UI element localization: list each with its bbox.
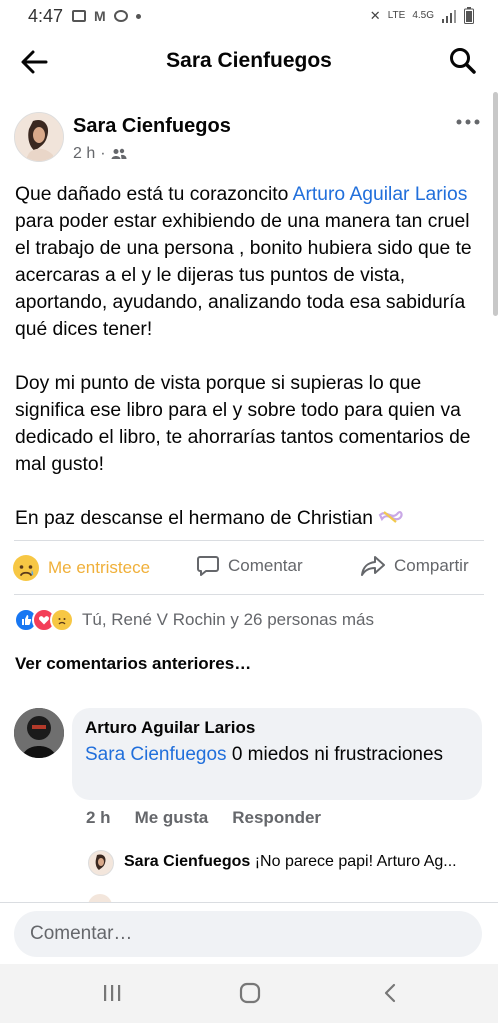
post-paragraph: En paz descanse el hermano de Christian [15, 505, 485, 532]
reactions-text: Tú, René V Rochin y 26 personas más [82, 610, 374, 629]
commenter-avatar[interactable] [14, 708, 64, 758]
share-label: Compartir [394, 556, 469, 575]
post-header: Sara Cienfuegos 2 h · [14, 112, 484, 172]
home-icon [239, 982, 261, 1004]
comment-text: Sara Cienfuegos 0 miedos ni frustracione… [85, 744, 444, 765]
share-arrow-icon [361, 556, 385, 576]
comment-label: Comentar [228, 556, 303, 575]
audience-friends-icon [111, 148, 127, 159]
back-button[interactable] [370, 978, 410, 1008]
avatar-photo [14, 708, 64, 758]
comment-reply-button[interactable]: Responder [232, 808, 321, 828]
more-notifications-icon [135, 13, 141, 19]
comment-like-button[interactable]: Me gusta [135, 808, 209, 828]
divider [14, 540, 484, 541]
author-name[interactable]: Sara Cienfuegos [73, 115, 231, 138]
recent-apps-icon [104, 985, 121, 1001]
page-title: Sara Cienfuegos [166, 49, 332, 72]
reaction-button[interactable]: Me entristece [12, 554, 150, 582]
reply-author: Sara Cienfuegos [124, 853, 251, 870]
divider [14, 594, 484, 595]
ribbon-emoji-icon [379, 511, 403, 523]
comment-input[interactable] [14, 911, 482, 957]
chrome-notification-icon [113, 10, 128, 22]
share-button[interactable]: Compartir [360, 554, 469, 578]
search-icon[interactable] [448, 46, 478, 76]
back-chevron-icon [384, 983, 396, 1003]
home-button[interactable] [230, 978, 270, 1008]
comment-composer [0, 902, 498, 965]
recent-apps-button[interactable] [92, 978, 132, 1008]
author-avatar[interactable] [14, 112, 64, 162]
post-time[interactable]: 2 h [73, 145, 95, 163]
network-type-icon: 4.5G [412, 10, 434, 21]
comment-button[interactable]: Comentar [196, 554, 303, 578]
comment-author[interactable]: Arturo Aguilar Larios [85, 718, 255, 738]
status-bar: 4:47 M ✕ LTE 4.5G [0, 0, 498, 32]
reply-avatar [88, 850, 114, 876]
signal-icon [442, 9, 456, 23]
more-options-icon[interactable] [456, 117, 480, 127]
post-paragraph: Doy mi punto de vista porque si supieras… [15, 373, 471, 475]
view-previous-comments[interactable]: Ver comentarios anteriores… [15, 654, 251, 674]
gmail-notification-icon: M [94, 8, 106, 24]
volte-icon: LTE [387, 10, 406, 21]
sad-face-icon [13, 555, 39, 581]
post-text: Que dañado está tu corazoncito Arturo Ag… [15, 181, 485, 532]
comment-bubble-icon [197, 556, 219, 576]
reaction-label: Me entristece [48, 558, 151, 577]
reply-text: ¡No parece papi! Arturo Ag... [254, 853, 457, 870]
comment-meta: 2 h Me gusta Responder [86, 808, 321, 828]
gallery-notification-icon [72, 10, 86, 22]
reply-preview[interactable]: Sara Cienfuegos ¡No parece papi! Arturo … [88, 850, 488, 880]
post-meta: 2 h · [73, 145, 127, 163]
comment-bubble[interactable]: Arturo Aguilar Larios Sara Cienfuegos 0 … [72, 708, 482, 800]
scrollbar[interactable] [493, 92, 498, 316]
post-paragraph: Que dañado está tu corazoncito Arturo Ag… [15, 184, 472, 340]
mention-link[interactable]: Sara Cienfuegos [85, 744, 227, 765]
reactions-summary[interactable]: Tú, René V Rochin y 26 personas más [14, 606, 374, 634]
post-actions: Me entristece Comentar Compartir [0, 545, 498, 591]
avatar-photo [15, 113, 63, 161]
mention-link[interactable]: Arturo Aguilar Larios [293, 184, 468, 205]
comment-time: 2 h [86, 808, 111, 827]
app-header: Sara Cienfuegos [0, 32, 498, 90]
system-nav-bar [0, 964, 498, 1023]
sad-reaction-icon [50, 608, 74, 632]
status-time: 4:47 [28, 6, 64, 26]
mute-icon: ✕ [369, 7, 381, 23]
battery-icon [464, 7, 474, 24]
